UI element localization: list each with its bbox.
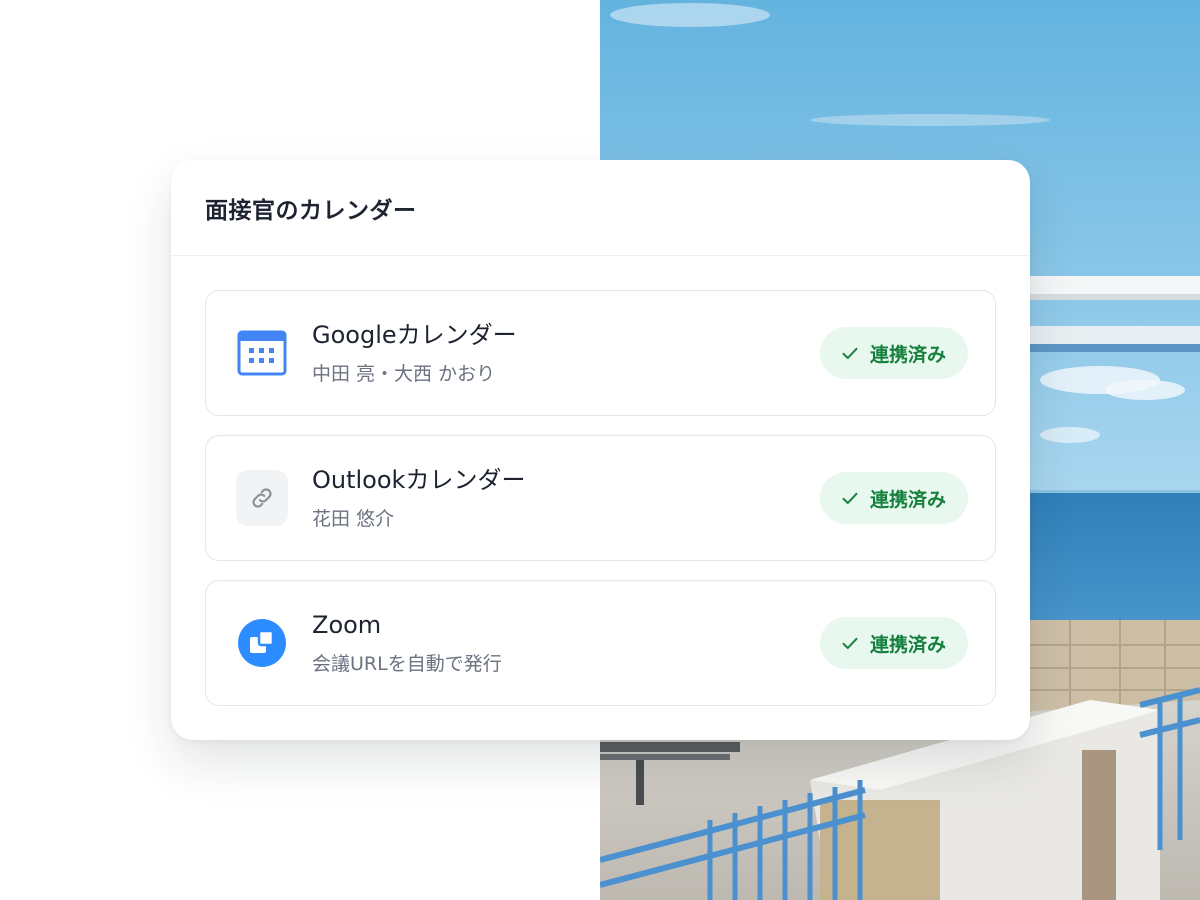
interviewer-calendar-card: 面接官のカレンダー Googleカレンダー 中田 亮・大西 かおり 連携済み O… bbox=[171, 160, 1030, 740]
card-title: 面接官のカレンダー bbox=[205, 197, 417, 224]
status-label: 連携済み bbox=[869, 343, 946, 366]
integration-text: Zoom 会議URLを自動で発行 bbox=[312, 610, 820, 676]
check-icon bbox=[842, 637, 858, 650]
link-icon-wrapper bbox=[236, 470, 288, 526]
integration-text: Outlookカレンダー 花田 悠介 bbox=[312, 465, 820, 531]
integration-name: Outlookカレンダー bbox=[312, 466, 526, 494]
connected-status-badge: 連携済み bbox=[820, 617, 968, 669]
integration-name: Googleカレンダー bbox=[312, 321, 517, 349]
link-icon bbox=[236, 470, 288, 526]
integration-name: Zoom bbox=[312, 611, 382, 639]
connected-status-badge: 連携済み bbox=[820, 327, 968, 379]
card-header: 面接官のカレンダー bbox=[171, 160, 1030, 256]
status-label: 連携済み bbox=[869, 633, 946, 656]
integration-row-outlook-calendar[interactable]: Outlookカレンダー 花田 悠介 連携済み bbox=[205, 435, 996, 561]
integration-row-zoom[interactable]: Zoom 会議URLを自動で発行 連携済み bbox=[205, 580, 996, 706]
calendar-icon bbox=[236, 327, 288, 379]
integration-detail: 花田 悠介 bbox=[312, 508, 395, 530]
integration-detail: 会議URLを自動で発行 bbox=[312, 653, 502, 675]
check-icon bbox=[842, 492, 858, 505]
integration-list: Googleカレンダー 中田 亮・大西 かおり 連携済み Outlookカレンダ… bbox=[171, 256, 1030, 706]
status-label: 連携済み bbox=[869, 488, 946, 511]
integration-text: Googleカレンダー 中田 亮・大西 かおり bbox=[312, 320, 820, 386]
integration-detail: 中田 亮・大西 かおり bbox=[312, 363, 496, 385]
connected-status-badge: 連携済み bbox=[820, 472, 968, 524]
check-icon bbox=[842, 347, 858, 360]
zoom-icon bbox=[236, 617, 288, 669]
integration-row-google-calendar[interactable]: Googleカレンダー 中田 亮・大西 かおり 連携済み bbox=[205, 290, 996, 416]
